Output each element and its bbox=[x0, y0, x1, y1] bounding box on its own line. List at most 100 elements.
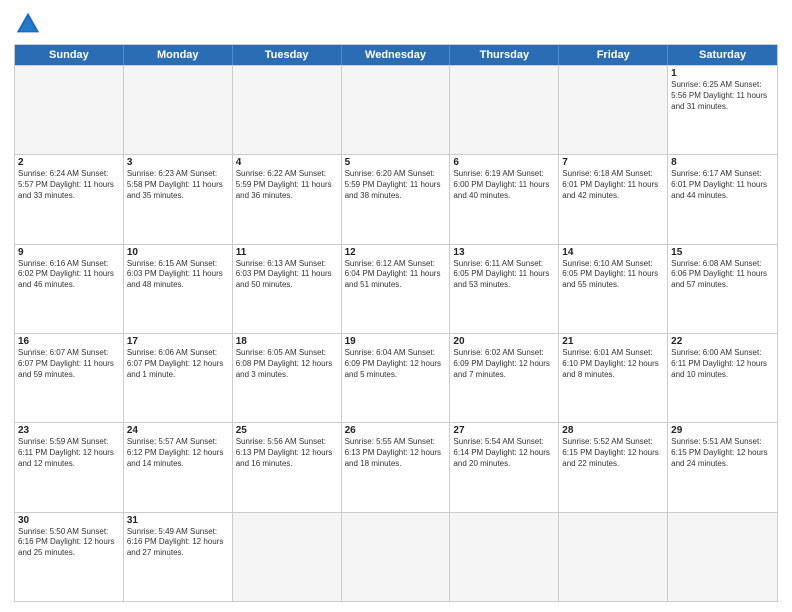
day-number: 9 bbox=[18, 247, 120, 258]
day-cell-31: 31Sunrise: 5:49 AM Sunset: 6:16 PM Dayli… bbox=[124, 513, 233, 601]
day-cell-15: 15Sunrise: 6:08 AM Sunset: 6:06 PM Dayli… bbox=[668, 245, 777, 333]
calendar-row-4: 23Sunrise: 5:59 AM Sunset: 6:11 PM Dayli… bbox=[15, 422, 777, 511]
day-cell-10: 10Sunrise: 6:15 AM Sunset: 6:03 PM Dayli… bbox=[124, 245, 233, 333]
day-info: Sunrise: 5:55 AM Sunset: 6:13 PM Dayligh… bbox=[345, 437, 447, 469]
weekday-header-tuesday: Tuesday bbox=[233, 45, 342, 65]
day-info: Sunrise: 6:02 AM Sunset: 6:09 PM Dayligh… bbox=[453, 348, 555, 380]
day-info: Sunrise: 6:18 AM Sunset: 6:01 PM Dayligh… bbox=[562, 169, 664, 201]
day-number: 31 bbox=[127, 515, 229, 526]
day-info: Sunrise: 6:01 AM Sunset: 6:10 PM Dayligh… bbox=[562, 348, 664, 380]
day-info: Sunrise: 6:10 AM Sunset: 6:05 PM Dayligh… bbox=[562, 259, 664, 291]
day-cell-28: 28Sunrise: 5:52 AM Sunset: 6:15 PM Dayli… bbox=[559, 423, 668, 511]
day-info: Sunrise: 6:06 AM Sunset: 6:07 PM Dayligh… bbox=[127, 348, 229, 380]
day-cell-13: 13Sunrise: 6:11 AM Sunset: 6:05 PM Dayli… bbox=[450, 245, 559, 333]
day-cell-30: 30Sunrise: 5:50 AM Sunset: 6:16 PM Dayli… bbox=[15, 513, 124, 601]
day-number: 2 bbox=[18, 157, 120, 168]
day-number: 12 bbox=[345, 247, 447, 258]
day-number: 6 bbox=[453, 157, 555, 168]
day-info: Sunrise: 6:23 AM Sunset: 5:58 PM Dayligh… bbox=[127, 169, 229, 201]
calendar-body: 1Sunrise: 6:25 AM Sunset: 5:56 PM Daylig… bbox=[15, 65, 777, 601]
day-cell-17: 17Sunrise: 6:06 AM Sunset: 6:07 PM Dayli… bbox=[124, 334, 233, 422]
day-cell-empty-5-2 bbox=[233, 513, 342, 601]
day-cell-1: 1Sunrise: 6:25 AM Sunset: 5:56 PM Daylig… bbox=[668, 66, 777, 154]
day-cell-empty-5-4 bbox=[450, 513, 559, 601]
day-info: Sunrise: 6:08 AM Sunset: 6:06 PM Dayligh… bbox=[671, 259, 774, 291]
day-cell-2: 2Sunrise: 6:24 AM Sunset: 5:57 PM Daylig… bbox=[15, 155, 124, 243]
day-info: Sunrise: 5:56 AM Sunset: 6:13 PM Dayligh… bbox=[236, 437, 338, 469]
day-cell-7: 7Sunrise: 6:18 AM Sunset: 6:01 PM Daylig… bbox=[559, 155, 668, 243]
day-info: Sunrise: 6:12 AM Sunset: 6:04 PM Dayligh… bbox=[345, 259, 447, 291]
calendar-row-3: 16Sunrise: 6:07 AM Sunset: 6:07 PM Dayli… bbox=[15, 333, 777, 422]
day-number: 24 bbox=[127, 425, 229, 436]
day-info: Sunrise: 5:54 AM Sunset: 6:14 PM Dayligh… bbox=[453, 437, 555, 469]
calendar-header: SundayMondayTuesdayWednesdayThursdayFrid… bbox=[15, 45, 777, 65]
day-cell-23: 23Sunrise: 5:59 AM Sunset: 6:11 PM Dayli… bbox=[15, 423, 124, 511]
day-number: 7 bbox=[562, 157, 664, 168]
day-cell-6: 6Sunrise: 6:19 AM Sunset: 6:00 PM Daylig… bbox=[450, 155, 559, 243]
day-info: Sunrise: 5:52 AM Sunset: 6:15 PM Dayligh… bbox=[562, 437, 664, 469]
day-info: Sunrise: 6:00 AM Sunset: 6:11 PM Dayligh… bbox=[671, 348, 774, 380]
day-cell-empty-0-0 bbox=[15, 66, 124, 154]
day-cell-29: 29Sunrise: 5:51 AM Sunset: 6:15 PM Dayli… bbox=[668, 423, 777, 511]
weekday-header-monday: Monday bbox=[124, 45, 233, 65]
day-number: 23 bbox=[18, 425, 120, 436]
day-cell-11: 11Sunrise: 6:13 AM Sunset: 6:03 PM Dayli… bbox=[233, 245, 342, 333]
day-info: Sunrise: 6:19 AM Sunset: 6:00 PM Dayligh… bbox=[453, 169, 555, 201]
day-info: Sunrise: 6:15 AM Sunset: 6:03 PM Dayligh… bbox=[127, 259, 229, 291]
logo-icon bbox=[14, 10, 42, 38]
day-number: 19 bbox=[345, 336, 447, 347]
day-cell-4: 4Sunrise: 6:22 AM Sunset: 5:59 PM Daylig… bbox=[233, 155, 342, 243]
day-cell-empty-5-3 bbox=[342, 513, 451, 601]
day-number: 4 bbox=[236, 157, 338, 168]
weekday-header-wednesday: Wednesday bbox=[342, 45, 451, 65]
day-info: Sunrise: 5:49 AM Sunset: 6:16 PM Dayligh… bbox=[127, 527, 229, 559]
day-info: Sunrise: 6:22 AM Sunset: 5:59 PM Dayligh… bbox=[236, 169, 338, 201]
page: SundayMondayTuesdayWednesdayThursdayFrid… bbox=[0, 0, 792, 612]
header bbox=[14, 10, 778, 38]
day-cell-26: 26Sunrise: 5:55 AM Sunset: 6:13 PM Dayli… bbox=[342, 423, 451, 511]
day-cell-19: 19Sunrise: 6:04 AM Sunset: 6:09 PM Dayli… bbox=[342, 334, 451, 422]
calendar-row-5: 30Sunrise: 5:50 AM Sunset: 6:16 PM Dayli… bbox=[15, 512, 777, 601]
day-number: 16 bbox=[18, 336, 120, 347]
day-number: 8 bbox=[671, 157, 774, 168]
day-cell-empty-0-1 bbox=[124, 66, 233, 154]
day-cell-20: 20Sunrise: 6:02 AM Sunset: 6:09 PM Dayli… bbox=[450, 334, 559, 422]
weekday-header-thursday: Thursday bbox=[450, 45, 559, 65]
day-cell-empty-5-6 bbox=[668, 513, 777, 601]
day-number: 21 bbox=[562, 336, 664, 347]
day-number: 29 bbox=[671, 425, 774, 436]
day-info: Sunrise: 6:04 AM Sunset: 6:09 PM Dayligh… bbox=[345, 348, 447, 380]
day-number: 17 bbox=[127, 336, 229, 347]
day-number: 1 bbox=[671, 68, 774, 79]
day-cell-25: 25Sunrise: 5:56 AM Sunset: 6:13 PM Dayli… bbox=[233, 423, 342, 511]
day-number: 5 bbox=[345, 157, 447, 168]
day-cell-3: 3Sunrise: 6:23 AM Sunset: 5:58 PM Daylig… bbox=[124, 155, 233, 243]
day-number: 10 bbox=[127, 247, 229, 258]
day-cell-empty-0-4 bbox=[450, 66, 559, 154]
day-cell-empty-5-5 bbox=[559, 513, 668, 601]
weekday-header-saturday: Saturday bbox=[668, 45, 777, 65]
day-cell-9: 9Sunrise: 6:16 AM Sunset: 6:02 PM Daylig… bbox=[15, 245, 124, 333]
weekday-header-sunday: Sunday bbox=[15, 45, 124, 65]
day-number: 20 bbox=[453, 336, 555, 347]
day-cell-16: 16Sunrise: 6:07 AM Sunset: 6:07 PM Dayli… bbox=[15, 334, 124, 422]
day-info: Sunrise: 6:20 AM Sunset: 5:59 PM Dayligh… bbox=[345, 169, 447, 201]
day-number: 27 bbox=[453, 425, 555, 436]
day-cell-18: 18Sunrise: 6:05 AM Sunset: 6:08 PM Dayli… bbox=[233, 334, 342, 422]
day-cell-8: 8Sunrise: 6:17 AM Sunset: 6:01 PM Daylig… bbox=[668, 155, 777, 243]
day-number: 26 bbox=[345, 425, 447, 436]
weekday-header-friday: Friday bbox=[559, 45, 668, 65]
day-cell-24: 24Sunrise: 5:57 AM Sunset: 6:12 PM Dayli… bbox=[124, 423, 233, 511]
day-info: Sunrise: 6:24 AM Sunset: 5:57 PM Dayligh… bbox=[18, 169, 120, 201]
day-number: 30 bbox=[18, 515, 120, 526]
day-number: 3 bbox=[127, 157, 229, 168]
day-number: 15 bbox=[671, 247, 774, 258]
day-cell-14: 14Sunrise: 6:10 AM Sunset: 6:05 PM Dayli… bbox=[559, 245, 668, 333]
calendar-row-1: 2Sunrise: 6:24 AM Sunset: 5:57 PM Daylig… bbox=[15, 154, 777, 243]
day-info: Sunrise: 6:07 AM Sunset: 6:07 PM Dayligh… bbox=[18, 348, 120, 380]
day-info: Sunrise: 5:59 AM Sunset: 6:11 PM Dayligh… bbox=[18, 437, 120, 469]
day-cell-22: 22Sunrise: 6:00 AM Sunset: 6:11 PM Dayli… bbox=[668, 334, 777, 422]
day-info: Sunrise: 5:57 AM Sunset: 6:12 PM Dayligh… bbox=[127, 437, 229, 469]
day-number: 14 bbox=[562, 247, 664, 258]
day-info: Sunrise: 6:17 AM Sunset: 6:01 PM Dayligh… bbox=[671, 169, 774, 201]
